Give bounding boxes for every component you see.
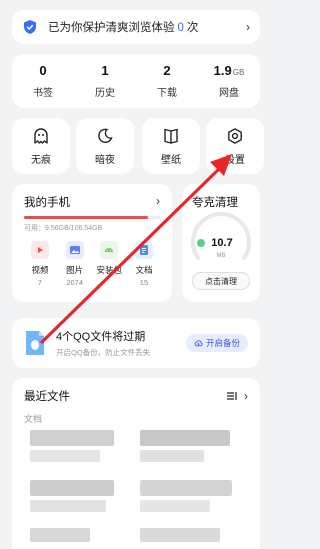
clean-button[interactable]: 点击清理 <box>192 272 250 290</box>
blurred-file-entry <box>140 450 204 462</box>
protection-banner[interactable]: 已为你保护清爽浏览体验 0 次 › <box>12 10 260 44</box>
tool-label: 无痕 <box>31 154 51 166</box>
stat-history[interactable]: 1 历史 <box>74 54 136 108</box>
recent-files-title: 最近文件 <box>24 391 70 403</box>
protection-text: 已为你保护清爽浏览体验 0 次 <box>48 19 246 35</box>
clean-size: 10.7 <box>211 237 232 249</box>
storage-bar <box>24 216 160 219</box>
stat-value: 1.9 <box>213 63 232 78</box>
blurred-file-entry <box>140 480 232 496</box>
cloud-upload-icon <box>194 339 203 346</box>
image-icon <box>65 241 84 259</box>
stat-label: 书签 <box>33 88 53 99</box>
tool-label: 设置 <box>225 154 245 166</box>
recent-files-card: 最近文件 › 文档 <box>12 378 260 549</box>
enable-backup-button[interactable]: 开启备份 <box>185 334 248 352</box>
moon-icon <box>98 128 113 143</box>
blurred-file-entry <box>30 500 106 512</box>
tool-wallpaper[interactable]: 壁纸 <box>142 118 200 174</box>
settings-icon <box>228 127 242 144</box>
category-images[interactable]: 图片 2074 <box>59 241 91 287</box>
backup-subtitle: 开启QQ备份，防止文件丢失 <box>56 348 151 357</box>
my-phone-card[interactable]: 我的手机 › 可用：9.56GB/106.54GB 视频 7 图片 2074 安… <box>12 184 172 302</box>
tool-settings[interactable]: 设置 <box>206 118 264 174</box>
blurred-file-entry <box>140 430 230 446</box>
shield-icon <box>24 20 36 34</box>
tool-label: 壁纸 <box>161 154 181 166</box>
stat-label: 网盘 <box>219 88 239 99</box>
enable-backup-label: 开启备份 <box>205 338 240 348</box>
storage-bar-fill <box>24 216 148 219</box>
book-icon <box>164 128 178 144</box>
stats-bar: 0 书签 1 历史 2 下载 1.9 GB 网盘 <box>12 54 260 108</box>
clean-gauge: 10.7 MB <box>191 212 251 260</box>
android-icon <box>100 241 119 259</box>
category-count: 15 <box>139 278 149 287</box>
clean-unit: MB <box>217 253 226 259</box>
blurred-file-entry <box>30 430 114 446</box>
storage-text: 可用：9.56GB/106.54GB <box>24 225 103 232</box>
chevron-right-icon: › <box>246 20 250 34</box>
protection-prefix: 已为你保护清爽浏览体验 <box>48 22 175 34</box>
category-name: 安装包 <box>96 265 123 275</box>
tool-night-mode[interactable]: 暗夜 <box>76 118 134 174</box>
stat-value: 2 <box>163 63 171 78</box>
recent-section-label: 文档 <box>24 414 43 424</box>
category-documents[interactable]: 文档 15 <box>128 241 160 287</box>
category-count: 2074 <box>66 278 83 287</box>
chevron-right-icon[interactable]: › <box>244 389 248 403</box>
backup-title: 4个QQ文件将过期 <box>56 331 146 343</box>
category-name: 图片 <box>66 265 84 275</box>
video-icon <box>31 241 49 259</box>
ghost-icon <box>34 127 48 144</box>
protection-count: 0 <box>177 22 184 34</box>
blurred-file-entry <box>30 450 100 462</box>
blurred-file-entry <box>30 528 90 542</box>
category-video[interactable]: 视频 7 <box>24 241 56 287</box>
category-name: 视频 <box>31 265 49 275</box>
tool-incognito[interactable]: 无痕 <box>12 118 70 174</box>
stat-bookmarks[interactable]: 0 书签 <box>12 54 74 108</box>
stat-cloud-drive[interactable]: 1.9 GB 网盘 <box>198 54 260 108</box>
blurred-file-entry <box>140 500 210 512</box>
document-icon <box>134 241 153 259</box>
category-count: 7 <box>37 278 43 287</box>
qq-backup-card[interactable]: 4个QQ文件将过期 开启QQ备份，防止文件丢失 开启备份 <box>12 318 260 368</box>
quark-clean-card[interactable]: 夸克清理 10.7 MB 点击清理 <box>182 184 260 302</box>
stat-unit: GB <box>232 68 245 77</box>
stat-value: 0 <box>39 63 47 78</box>
blurred-file-entry <box>140 528 220 542</box>
blurred-file-entry <box>30 480 114 496</box>
category-name: 文档 <box>135 265 153 275</box>
stat-downloads[interactable]: 2 下载 <box>136 54 198 108</box>
protection-suffix: 次 <box>186 22 199 34</box>
category-apk[interactable]: 安装包 <box>93 241 125 287</box>
sort-icon[interactable] <box>226 390 238 402</box>
stat-label: 历史 <box>95 88 115 99</box>
tool-label: 暗夜 <box>95 154 115 166</box>
chevron-right-icon: › <box>156 194 160 208</box>
stat-label: 下载 <box>157 88 177 99</box>
qq-file-icon <box>26 331 44 355</box>
stat-value: 1 <box>101 63 109 78</box>
my-phone-title: 我的手机 <box>24 197 70 209</box>
